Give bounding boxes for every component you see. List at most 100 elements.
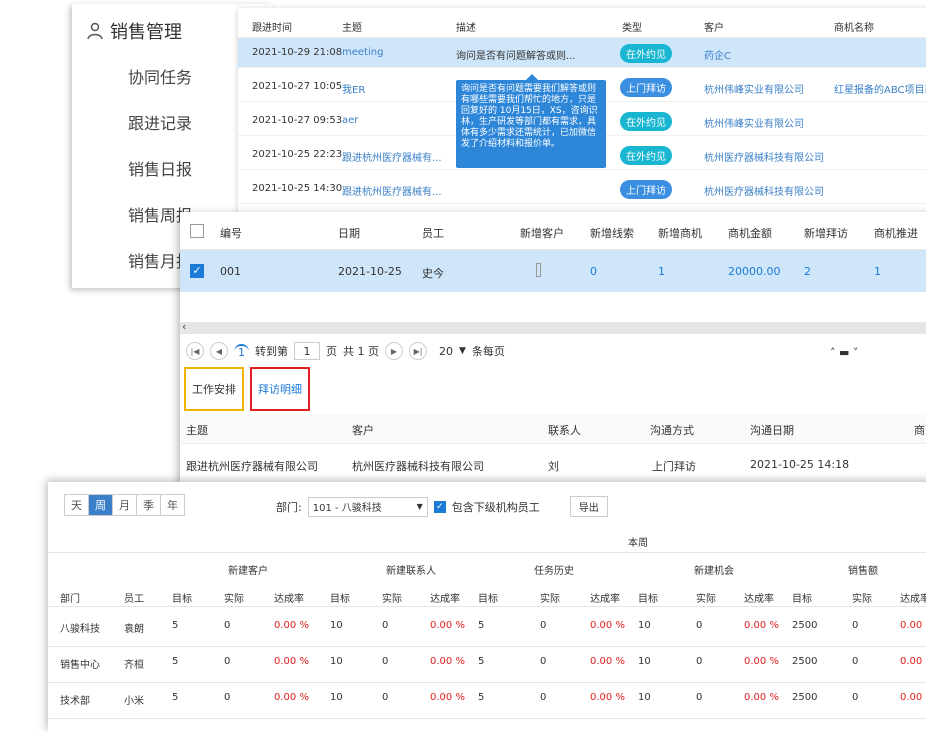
horizontal-scrollbar[interactable]: ‹ [180,320,926,334]
row-metric-value: 10 [330,692,343,703]
tab-visit-detail[interactable]: 拜访明细 [250,367,310,411]
col-opp-amount: 商机金额 [728,227,772,240]
export-button[interactable]: 导出 [569,496,608,517]
cell-customer[interactable]: 杭州伟峰实业有限公司 [704,81,804,96]
period-title: 本周 [628,538,648,549]
metric-sub-header: 目标 [172,594,192,605]
cell-time: 2021-10-25 14:30 [252,183,343,194]
row-metric-value: 0 [224,620,231,631]
page-input[interactable]: 1 [294,342,320,360]
select-all-checkbox[interactable] [190,224,204,238]
row-metric-value: 10 [638,656,651,667]
metric-sub-header: 实际 [224,594,244,605]
metric-group-header: 新建客户 [228,566,268,577]
row-metric-value: 0 [852,620,859,631]
tab-work-plan[interactable]: 工作安排 [184,367,244,411]
zoom-control-icon[interactable]: ˄ ▬ ˅ [830,346,858,359]
cell-opportunity[interactable]: 红星报备的ABC项目商 [834,81,926,96]
nav-item-daily[interactable]: 销售日报 [128,156,192,180]
period-week[interactable]: 周 [89,495,113,515]
followup-row[interactable]: 2021-10-29 21:08 meeting 询问是否有问题解答或则... 在外约… [238,38,926,68]
row-metric-value: 0.00 % [274,692,309,703]
report-header: 编号 日期 员工 新增客户 新增线索 新增商机 商机金额 新增拜访 商机推进 [180,212,926,250]
metric-sub-header: 达成率 [900,594,926,605]
pager: |◀ ◀ 1 转到第 1 页 共 1 页 ▶ ▶| 20 ▼ 条每页 [186,340,505,362]
prev-page-icon[interactable]: ◀ [210,342,228,360]
type-badge: 上门拜访 [620,78,672,97]
metric-sub-header: 实际 [696,594,716,605]
period-month[interactable]: 月 [113,495,137,515]
first-page-icon[interactable]: |◀ [186,342,204,360]
sales-title: 销售管理 [86,18,182,44]
vcol-more: 商 [914,424,925,437]
metric-sub-header: 目标 [638,594,658,605]
row-metric-value: 2500 [792,620,818,631]
vcol-contact: 联系人 [548,424,581,437]
detail-tabs: 工作安排 拜访明细 [184,367,310,413]
vcol-customer: 客户 [352,424,374,437]
nav-item-followups[interactable]: 跟进记录 [128,110,192,134]
report-panel: 编号 日期 员工 新增客户 新增线索 新增商机 商机金额 新增拜访 商机推进 ✓… [180,212,926,482]
col-type: 类型 [622,23,642,34]
include-sub-checkbox[interactable]: ✓ [433,500,446,513]
metric-sub-header: 达成率 [430,594,460,605]
vcell-date: 2021-10-25 14:18 [750,458,850,471]
cell-subject[interactable]: aer [342,115,358,126]
dept-select[interactable]: 101 - 八骏科技 ▼ [307,496,428,517]
last-page-icon[interactable]: ▶| [409,342,427,360]
nav-item-tasks[interactable]: 协同任务 [128,64,192,88]
row-metric-value: 2500 [792,692,818,703]
report-row[interactable]: ✓ 001 2021-10-25 史今 0 1 20000.00 2 1 [180,250,926,292]
col-desc: 描述 [456,23,476,34]
vcol-method: 沟通方式 [650,424,694,437]
metric-sub-header: 达成率 [744,594,774,605]
chevron-down-icon[interactable]: ▼ [459,346,466,356]
row-metric-value: 5 [478,620,485,631]
metric-group-header: 任务历史 [534,566,574,577]
row-metric-value: 0 [540,692,547,703]
page-unit: 页 [326,345,337,358]
period-quarter[interactable]: 季 [137,495,161,515]
chevron-down-icon: ▼ [416,502,423,511]
type-badge: 在外约见 [620,146,672,165]
metric-group-header: 新建联系人 [386,566,436,577]
period-year[interactable]: 年 [161,495,184,515]
row-metric-value: 0 [696,620,703,631]
row-metric-value: 0.00 % [590,692,625,703]
followup-row[interactable]: 2021-10-25 14:30 跟进杭州医疗器械有... 上门拜访 杭州医疗器械科技… [238,174,926,204]
vcell-method: 上门拜访 [652,460,696,473]
dept-header: 部门 [60,594,80,605]
metric-sub-header: 达成率 [590,594,620,605]
cell-customer[interactable]: 杭州医疗器械科技有限公司 [704,183,824,198]
next-page-icon[interactable]: ▶ [385,342,403,360]
cell-subject[interactable]: 我ER [342,81,365,96]
cell-customer[interactable]: 杭州伟峰实业有限公司 [704,115,804,130]
cell-subject[interactable]: 跟进杭州医疗器械有... [342,149,442,164]
col-date: 日期 [338,227,360,240]
row-metric-value: 10 [638,620,651,631]
row-dept: 八骏科技 [60,624,100,635]
period-day[interactable]: 天 [65,495,89,515]
per-page-select[interactable]: 20 [439,345,453,358]
visit-row[interactable]: 跟进杭州医疗器械有限公司 杭州医疗器械科技有限公司 刘 上门拜访 2021-10… [180,448,926,480]
row-metric-value: 0.00 % [274,656,309,667]
cell-new-leads: 0 [590,265,597,278]
cell-subject[interactable]: 跟进杭州医疗器械有... [342,183,442,198]
col-opportunity: 商机名称 [834,23,874,34]
row-metric-value: 0 [382,656,389,667]
metric-sub-header: 目标 [330,594,350,605]
row-metric-value: 0.00 % [590,620,625,631]
per-page-unit: 条每页 [471,345,505,358]
row-metric-value: 0.00 % [744,692,779,703]
cell-desc: 询问是否有问题解答或则... [456,51,576,62]
metric-group-header: 新建机会 [694,566,734,577]
col-subject: 主题 [342,23,362,34]
metric-group-header: 销售额 [848,566,878,577]
scroll-left-icon[interactable]: ‹ [182,320,186,333]
current-page[interactable]: 1 [234,343,249,359]
cell-customer[interactable]: 药企C [704,47,731,62]
cell-customer[interactable]: 杭州医疗器械科技有限公司 [704,149,824,164]
row-checkbox[interactable]: ✓ [190,264,204,278]
cell-time: 2021-10-27 09:53 [252,115,343,126]
cell-subject[interactable]: meeting [342,47,383,58]
